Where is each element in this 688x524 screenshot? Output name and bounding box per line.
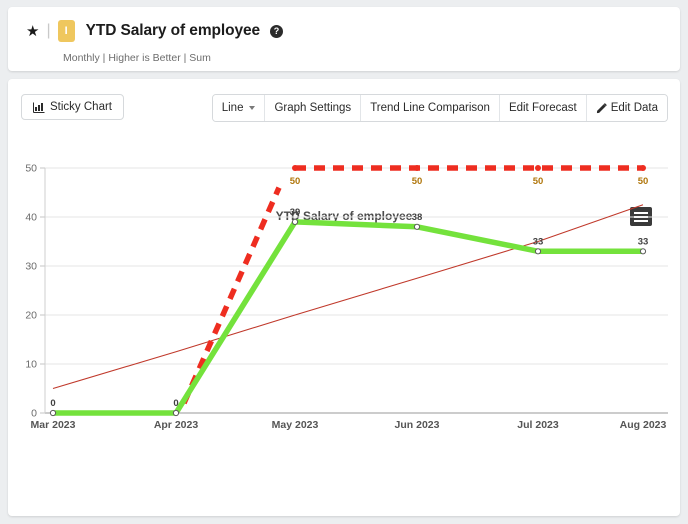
app-root: ★ | I YTD Salary of employee ? Monthly |…: [0, 0, 688, 524]
header-subtitle: Monthly | Higher is Better | Sum: [63, 52, 211, 64]
chart-title: YTD Salary of employee: [275, 209, 413, 223]
edit-data-label: Edit Data: [610, 102, 658, 114]
header-divider: |: [46, 22, 51, 39]
graph-settings-label: Graph Settings: [274, 102, 352, 114]
graph-settings-button[interactable]: Graph Settings: [265, 95, 362, 121]
indicator-badge: I: [57, 20, 75, 42]
sticky-chart-button[interactable]: Sticky Chart: [21, 94, 124, 120]
edit-forecast-label: Edit Forecast: [508, 102, 577, 114]
header-title-row: ★ | I YTD Salary of employee ?: [26, 20, 284, 42]
help-icon[interactable]: ?: [270, 24, 284, 38]
edit-data-button[interactable]: Edit Data: [586, 95, 667, 121]
pencil-icon: [596, 102, 607, 113]
trend-line-comparison-button[interactable]: Trend Line Comparison: [361, 95, 500, 121]
chart-type-dropdown[interactable]: Line: [212, 95, 266, 121]
sticky-chart-label: Sticky Chart: [50, 101, 112, 113]
chart-type-label: Line: [221, 102, 244, 114]
hamburger-menu-icon[interactable]: [630, 207, 652, 226]
chart-icon: [33, 102, 45, 113]
edit-forecast-button[interactable]: Edit Forecast: [499, 95, 587, 121]
measure-header-card: ★ | I YTD Salary of employee ? Monthly |…: [8, 7, 680, 71]
trend-line-comparison-label: Trend Line Comparison: [370, 102, 490, 114]
chart-toolbar: Line Graph Settings Trend Line Compariso…: [211, 94, 668, 122]
star-icon[interactable]: ★: [26, 24, 39, 39]
chevron-down-icon: [249, 106, 256, 110]
page-title: YTD Salary of employee: [85, 22, 261, 39]
chart-card: Sticky Chart Line Graph Settings Trend L…: [8, 79, 680, 516]
